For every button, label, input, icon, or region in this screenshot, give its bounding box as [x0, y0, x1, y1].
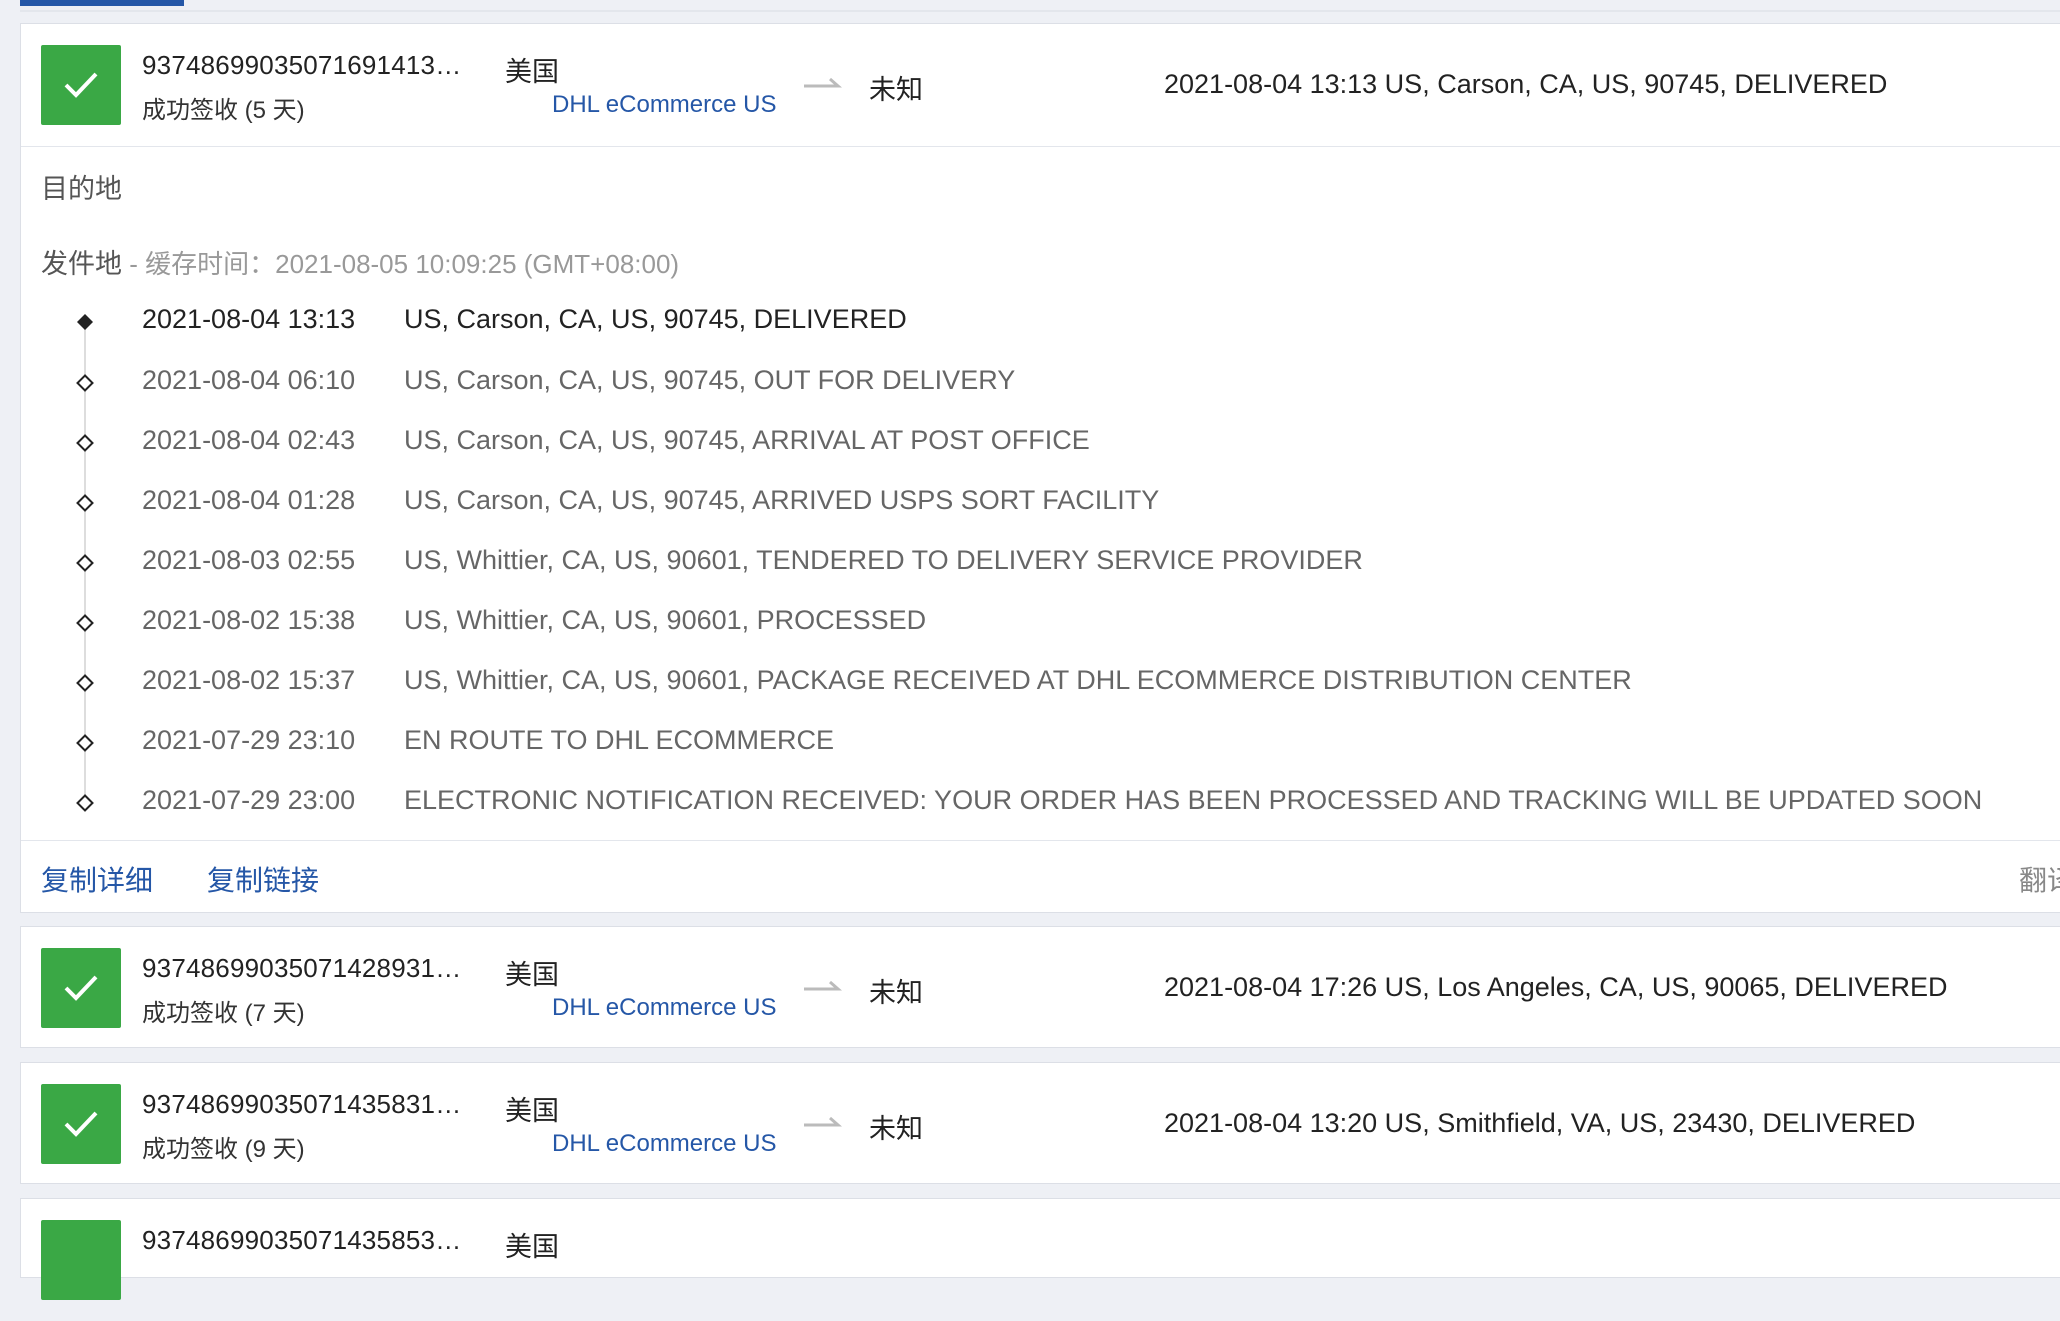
timeline-event: 2021-08-04 01:28 US, Carson, CA, US, 907…: [21, 485, 2060, 545]
origin-country: 美国: [505, 1232, 559, 1262]
tracking-number[interactable]: 93748699035071691413…: [142, 50, 461, 81]
event-description: US, Whittier, CA, US, 90601, PACKAGE REC…: [404, 665, 1632, 695]
timeline-event: 2021-08-02 15:37 US, Whittier, CA, US, 9…: [21, 665, 2060, 725]
tab-divider: [20, 10, 2060, 12]
shipment-card-4: 93748699035071435853… 美国: [20, 1198, 2060, 1300]
timeline-event: 2021-08-04 13:13 US, Carson, CA, US, 907…: [21, 304, 2060, 364]
destination-label: 目的地: [41, 174, 122, 204]
shipment-header[interactable]: 93748699035071435831… 成功签收 (9 天) 美国 DHL …: [21, 1063, 2060, 1185]
delivery-status: 成功签收 (9 天): [142, 1136, 305, 1163]
event-time: 2021-07-29 23:10: [142, 725, 356, 755]
event-description: US, Carson, CA, US, 90745, OUT FOR DELIV…: [404, 365, 1016, 395]
delivery-status: 成功签收 (7 天): [142, 1000, 305, 1027]
latest-event: 2021-08-04 13:13 US, Carson, CA, US, 907…: [1164, 69, 1888, 99]
active-tab-indicator: [20, 0, 184, 6]
diamond-outline-icon: [76, 554, 94, 572]
diamond-outline-icon: [76, 374, 94, 392]
event-description: US, Carson, CA, US, 90745, ARRIVAL AT PO…: [404, 425, 1090, 455]
origin-section-label: 发件地 - 缓存时间：2021-08-05 10:09:25 (GMT+08:0…: [41, 242, 679, 281]
delivered-check-icon: [41, 1084, 121, 1164]
shipment-card-1: 93748699035071691413… 成功签收 (5 天) 美国 DHL …: [20, 23, 2060, 913]
shipment-header[interactable]: 93748699035071428931… 成功签收 (7 天) 美国 DHL …: [21, 927, 2060, 1049]
event-time: 2021-07-29 23:00: [142, 785, 356, 815]
destination-country: 未知: [869, 978, 923, 1008]
carrier-link[interactable]: DHL eCommerce US: [552, 91, 777, 119]
timeline-event: 2021-07-29 23:00 ELECTRONIC NOTIFICATION…: [21, 785, 2060, 845]
timeline-event: 2021-08-03 02:55 US, Whittier, CA, US, 9…: [21, 545, 2060, 605]
diamond-outline-icon: [76, 674, 94, 692]
event-description: US, Whittier, CA, US, 90601, TENDERED TO…: [404, 545, 1363, 575]
destination-country: 未知: [869, 75, 923, 105]
tracking-number[interactable]: 93748699035071428931…: [142, 953, 461, 984]
event-time: 2021-08-04 06:10: [142, 365, 356, 395]
event-time: 2021-08-04 13:13: [142, 304, 356, 334]
cache-time: - 缓存时间：2021-08-05 10:09:25 (GMT+08:00): [122, 249, 680, 279]
origin-label: 发件地: [41, 249, 122, 279]
shipment-card-2: 93748699035071428931… 成功签收 (7 天) 美国 DHL …: [20, 926, 2060, 1048]
event-description: US, Whittier, CA, US, 90601, PROCESSED: [404, 605, 927, 635]
delivered-check-icon: [41, 45, 121, 125]
origin-country: 美国: [505, 57, 559, 87]
shipment-header[interactable]: 93748699035071691413… 成功签收 (5 天) 美国 DHL …: [21, 24, 2060, 147]
diamond-outline-icon: [76, 434, 94, 452]
translate-link[interactable]: 翻译: [2019, 859, 2060, 899]
timeline-event: 2021-08-02 15:38 US, Whittier, CA, US, 9…: [21, 605, 2060, 665]
origin-country: 美国: [505, 960, 559, 990]
delivery-status: 成功签收 (5 天): [142, 97, 305, 124]
route-arrow-icon: [804, 980, 842, 991]
tracking-number[interactable]: 93748699035071435853…: [142, 1225, 461, 1256]
diamond-outline-icon: [76, 794, 94, 812]
event-time: 2021-08-02 15:38: [142, 605, 356, 635]
event-time: 2021-08-04 01:28: [142, 485, 356, 515]
route-arrow-icon: [804, 1116, 842, 1127]
card-footer: 复制详细 复制链接 翻译: [21, 840, 2060, 915]
latest-event: 2021-08-04 17:26 US, Los Angeles, CA, US…: [1164, 972, 1948, 1002]
tracking-number[interactable]: 93748699035071435831…: [142, 1089, 461, 1120]
delivered-check-icon: [41, 948, 121, 1028]
copy-detail-link[interactable]: 复制详细: [41, 859, 153, 899]
latest-event: 2021-08-04 13:20 US, Smithfield, VA, US,…: [1164, 1108, 1916, 1138]
diamond-outline-icon: [76, 734, 94, 752]
shipment-card-3: 93748699035071435831… 成功签收 (9 天) 美国 DHL …: [20, 1062, 2060, 1184]
copy-link-link[interactable]: 复制链接: [207, 859, 319, 899]
event-description: US, Carson, CA, US, 90745, DELIVERED: [404, 304, 907, 334]
event-description: ELECTRONIC NOTIFICATION RECEIVED: YOUR O…: [404, 785, 1983, 815]
event-description: EN ROUTE TO DHL ECOMMERCE: [404, 725, 835, 755]
event-time: 2021-08-04 02:43: [142, 425, 356, 455]
event-time: 2021-08-03 02:55: [142, 545, 356, 575]
timeline-event: 2021-08-04 02:43 US, Carson, CA, US, 907…: [21, 425, 2060, 485]
diamond-outline-icon: [76, 614, 94, 632]
timeline-event: 2021-07-29 23:10 EN ROUTE TO DHL ECOMMER…: [21, 725, 2060, 785]
delivered-check-icon: [41, 1220, 121, 1300]
destination-country: 未知: [869, 1114, 923, 1144]
shipment-header[interactable]: 93748699035071435853… 美国: [21, 1199, 2060, 1321]
event-description: US, Carson, CA, US, 90745, ARRIVED USPS …: [404, 485, 1160, 515]
carrier-link[interactable]: DHL eCommerce US: [552, 1130, 777, 1158]
carrier-link[interactable]: DHL eCommerce US: [552, 994, 777, 1022]
route-arrow-icon: [804, 77, 842, 88]
event-time: 2021-08-02 15:37: [142, 665, 356, 695]
origin-country: 美国: [505, 1096, 559, 1126]
timeline-event: 2021-08-04 06:10 US, Carson, CA, US, 907…: [21, 365, 2060, 425]
diamond-outline-icon: [76, 494, 94, 512]
diamond-filled-icon: [77, 314, 93, 330]
